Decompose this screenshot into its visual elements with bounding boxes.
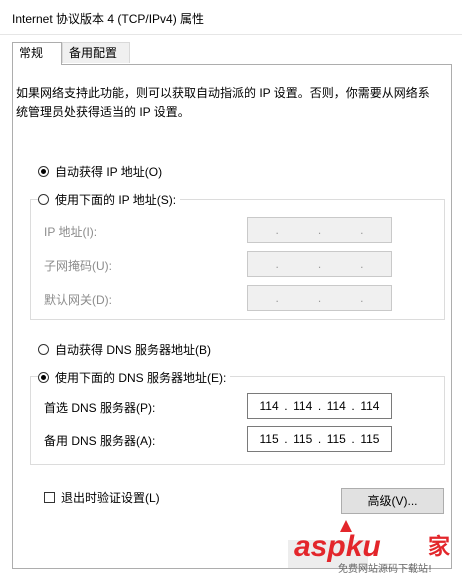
watermark-caption: 免费网站源码下载站! <box>338 562 432 575</box>
radio-selected-indicator <box>38 372 49 383</box>
title-bar: Internet 协议版本 4 (TCP/IPv4) 属性 <box>0 0 462 35</box>
ip-auto-radio[interactable]: 自动获得 IP 地址(O) <box>38 163 162 180</box>
radio-selected-indicator <box>38 166 49 177</box>
ip-manual-radio[interactable]: 使用下面的 IP 地址(S): <box>38 191 181 208</box>
aspku-watermark: aspku 家 免费网站源码下载站! <box>288 520 451 575</box>
watermark-triangle <box>340 520 352 532</box>
dns-auto-radio[interactable]: 自动获得 DNS 服务器地址(B) <box>38 341 211 358</box>
ip-address-field: ... <box>247 217 392 243</box>
ip-manual-label: 使用下面的 IP 地址(S): <box>55 193 177 207</box>
dns-manual-radio[interactable]: 使用下面的 DNS 服务器地址(E): <box>38 369 231 386</box>
watermark-suffix: 家 <box>428 534 451 560</box>
radio-unselected-indicator <box>38 194 49 205</box>
ip-auto-label: 自动获得 IP 地址(O) <box>55 165 163 179</box>
ip-address-label: IP 地址(I): <box>44 225 98 239</box>
validate-on-exit-label: 退出时验证设置(L) <box>61 491 160 505</box>
alternate-dns-label: 备用 DNS 服务器(A): <box>44 434 156 448</box>
intro-text: 如果网络支持此功能，则可以获取自动指派的 IP 设置。否则，你需要从网络系统管理… <box>16 86 430 119</box>
watermark-brand: aspku <box>294 530 381 563</box>
checkbox-box <box>44 492 55 503</box>
tab-general[interactable]: 常规 <box>12 42 62 65</box>
alternate-dns-field[interactable]: 115. 115. 115. 115 <box>247 426 392 452</box>
radio-unselected-indicator <box>38 344 49 355</box>
validate-on-exit-checkbox[interactable]: 退出时验证设置(L) <box>44 489 160 506</box>
default-gateway-label: 默认网关(D): <box>44 293 112 307</box>
dns-manual-label: 使用下面的 DNS 服务器地址(E): <box>55 371 227 385</box>
subnet-mask-field: ... <box>247 251 392 277</box>
preferred-dns-field[interactable]: 114. 114. 114. 114 <box>247 393 392 419</box>
dns-auto-label: 自动获得 DNS 服务器地址(B) <box>55 343 212 357</box>
tab-alternate-config[interactable]: 备用配置 <box>62 42 130 63</box>
default-gateway-field: ... <box>247 285 392 311</box>
preferred-dns-label: 首选 DNS 服务器(P): <box>44 401 156 415</box>
subnet-mask-label: 子网掩码(U): <box>44 259 112 273</box>
window-title: Internet 协议版本 4 (TCP/IPv4) 属性 <box>12 12 205 26</box>
advanced-button[interactable]: 高级(V)... <box>341 488 444 514</box>
